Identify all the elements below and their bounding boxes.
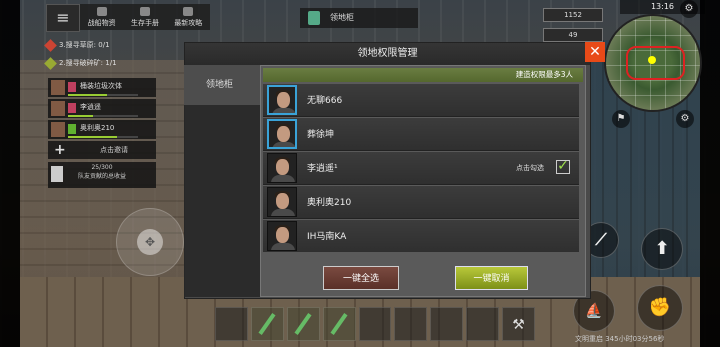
task-list: 3.搜寻草原: 0/1 2.搜寻破碎矿: 1/1 (44, 36, 117, 72)
team-earnings[interactable]: 25/300 队友贡献的总收益 (48, 162, 156, 188)
hammer-wrench-icon[interactable]: ⚒ (502, 307, 536, 341)
player-list: 无聊666 葬徐坤 李逍遥¹ 点击勾选 ✓ 奥利奥210 IH马南KA (263, 84, 583, 252)
server-notice: 文明重启 345小时03分56秒 (575, 335, 665, 343)
tab-territory-cabinet[interactable]: 领地柜 (184, 65, 260, 105)
jump-button[interactable]: ⬆ (641, 228, 683, 270)
task-item[interactable]: 2.搜寻破碎矿: 1/1 (44, 54, 117, 72)
member-row[interactable]: 奥利奥210 (48, 120, 156, 139)
permission-panel: 建造权限最多3人 无聊666 葬徐坤 李逍遥¹ 点击勾选 ✓ 奥利奥210 IH… (260, 65, 586, 297)
hotbar-slot-bag[interactable] (215, 307, 248, 341)
side-panel: 领地柜 (184, 65, 260, 297)
team-members: 桶装垃圾次体 李逍遥 奥利奥210 + 点击邀请 25/300 队友贡献的总收益 (48, 78, 156, 188)
move-arrows-icon: ✥ (137, 229, 163, 255)
select-all-button[interactable]: 一键全选 (323, 266, 399, 290)
hotbar-slot[interactable] (466, 307, 500, 341)
hp-bar (68, 136, 138, 138)
storage-indicator: 领地柜 (300, 8, 418, 28)
task-item[interactable]: 3.搜寻草原: 0/1 (44, 36, 117, 54)
gear-icon[interactable]: ⚙ (680, 0, 698, 18)
hp-bar (68, 115, 138, 117)
player-row[interactable]: IH马南KA (263, 220, 579, 252)
hp-bar (68, 94, 138, 96)
close-button[interactable]: ✕ (585, 42, 605, 62)
player-row[interactable]: 无聊666 (263, 84, 579, 117)
player-name: 李逍遥¹ (307, 164, 338, 174)
attack-button[interactable]: ✊ (637, 285, 683, 331)
movement-joystick[interactable]: ✥ (116, 208, 184, 276)
member-badge (68, 124, 76, 134)
status-value: 1152 (543, 8, 603, 22)
avatar (267, 187, 297, 217)
document-icon (51, 166, 63, 182)
task-done-icon (44, 56, 57, 70)
tab-manual[interactable]: 生存手册 (123, 4, 166, 30)
cabinet-icon (308, 11, 320, 25)
member-row[interactable]: 李逍遥 (48, 99, 156, 118)
hotbar-slot[interactable] (322, 307, 356, 341)
avatar (267, 85, 297, 115)
permission-checkbox[interactable]: ✓ (556, 159, 570, 174)
minimap[interactable] (604, 14, 702, 112)
avatar (51, 80, 65, 95)
task-icon (44, 38, 57, 52)
player-row[interactable]: 李逍遥¹ 点击勾选 ✓ (263, 152, 579, 185)
avatar (51, 101, 65, 116)
member-row[interactable]: 桶装垃圾次体 (48, 78, 156, 97)
player-marker-icon (648, 56, 656, 64)
hotbar-slot[interactable] (250, 307, 284, 341)
player-row[interactable]: 葬徐坤 (263, 118, 579, 151)
hotbar: ⚒ (215, 307, 536, 341)
avatar (267, 119, 297, 149)
cancel-all-button[interactable]: 一键取消 (455, 266, 528, 290)
player-name: 奥利奥210 (307, 198, 352, 208)
player-row[interactable]: 奥利奥210 (263, 186, 579, 219)
hotbar-slot[interactable] (394, 307, 428, 341)
player-name: 无聊666 (307, 96, 343, 106)
status-value: 49 (543, 28, 603, 42)
menu-icon[interactable]: ≡ (46, 4, 80, 32)
player-name: 葬徐坤 (307, 130, 335, 140)
avatar (267, 221, 297, 251)
top-tabs: 战船物资 生存手册 最新攻略 (80, 4, 210, 30)
player-name: IH马南KA (307, 232, 347, 242)
member-badge (68, 103, 76, 113)
check-label: 点击勾选 (516, 164, 544, 172)
avatar (267, 153, 297, 183)
hotbar-slot[interactable] (358, 307, 392, 341)
plus-icon: + (54, 142, 66, 158)
flag-icon[interactable]: ⚑ (612, 110, 630, 128)
dialog-title: 领地权限管理 (185, 43, 590, 65)
hotbar-slot[interactable] (286, 307, 320, 341)
invite-button[interactable]: + 点击邀请 (48, 141, 156, 159)
hotbar-slot[interactable] (430, 307, 464, 341)
avatar (51, 122, 65, 137)
tab-guides[interactable]: 最新攻略 (167, 4, 210, 30)
permission-limit: 建造权限最多3人 (263, 68, 583, 82)
settings-icon[interactable]: ⚙ (676, 110, 694, 128)
tab-supplies[interactable]: 战船物资 (80, 4, 123, 30)
member-badge (68, 82, 76, 92)
